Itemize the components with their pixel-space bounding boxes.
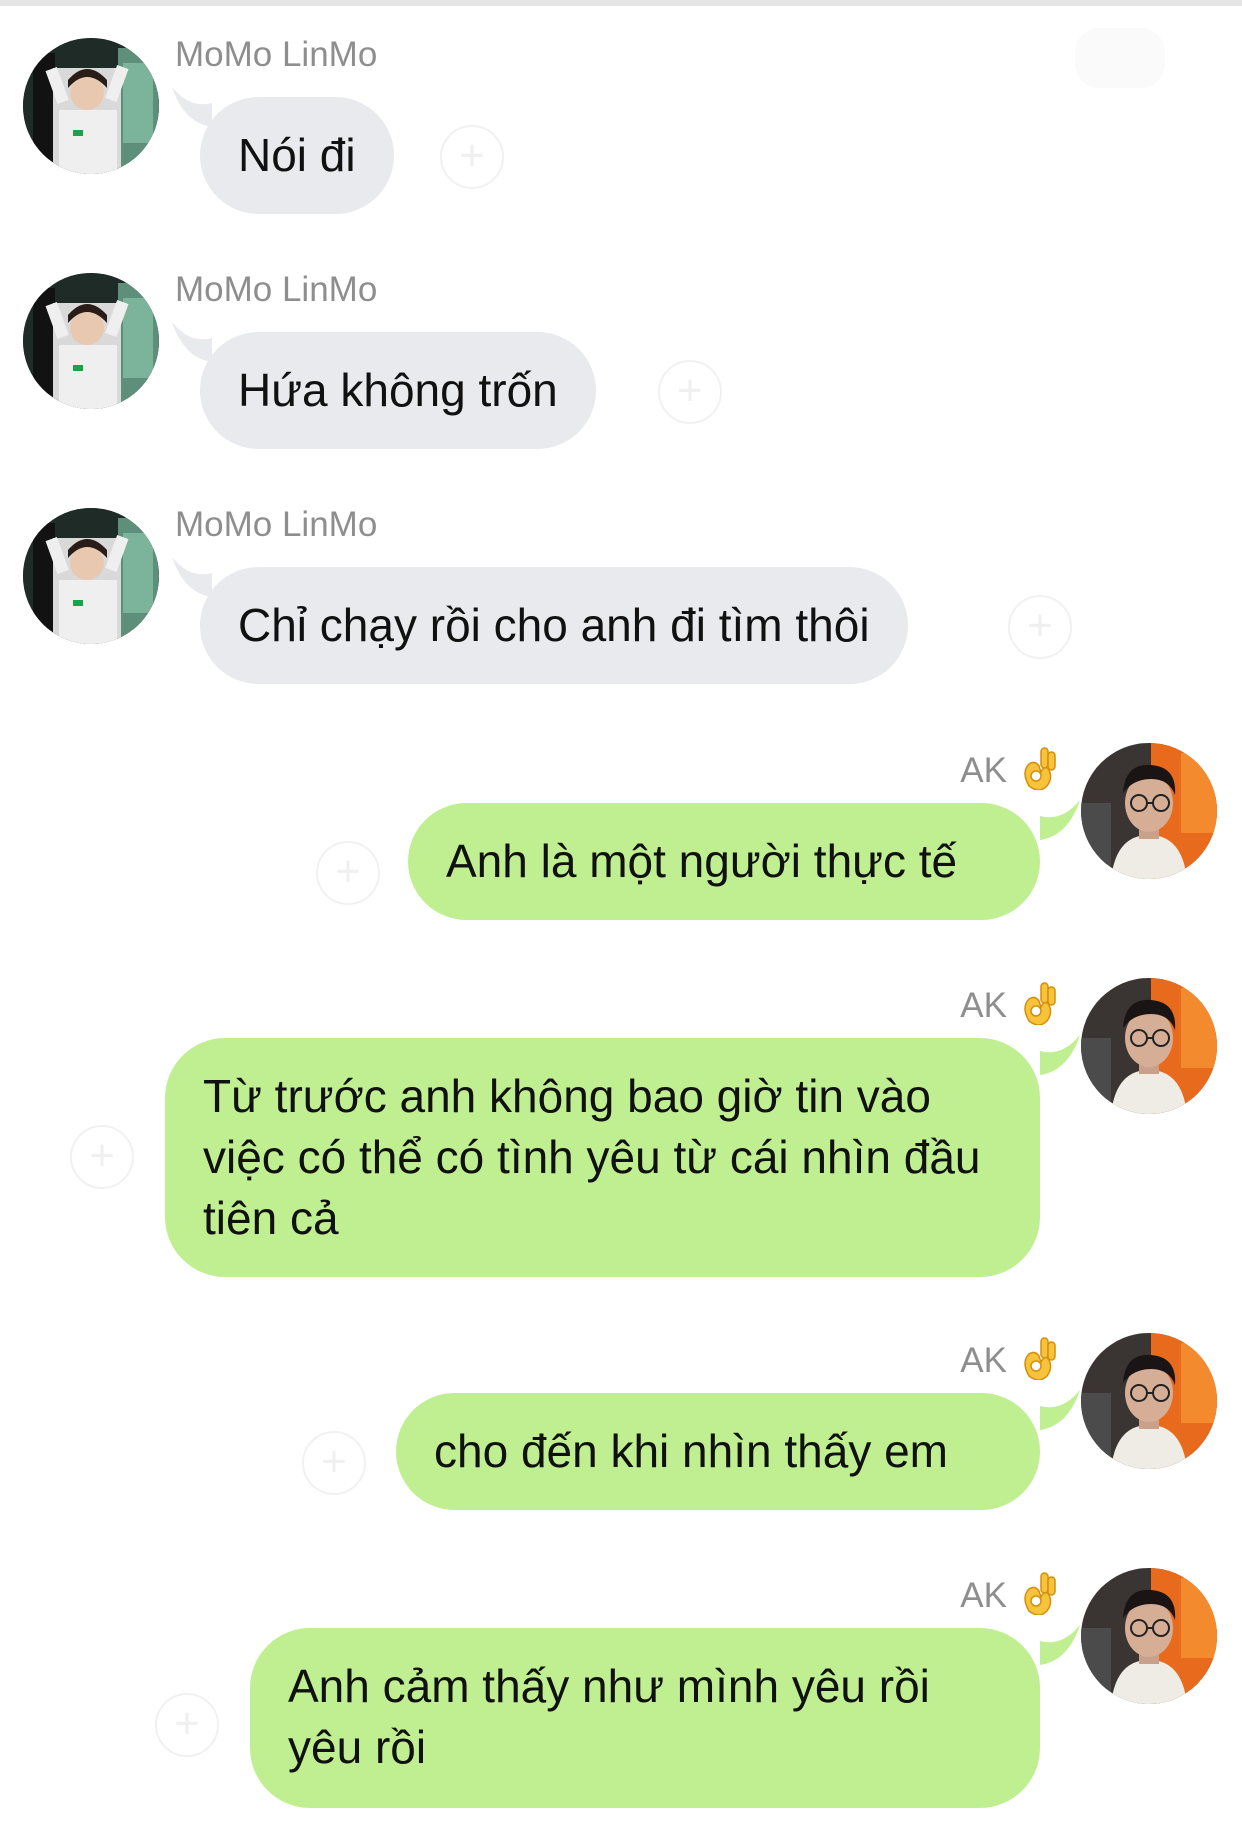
ok-hand-icon	[1024, 982, 1056, 1025]
avatar-ak[interactable]	[1081, 743, 1217, 879]
sender-name-row: AK	[960, 1571, 1057, 1616]
message-row: MoMo LinMo Nói đi +	[0, 35, 1242, 214]
sender-name: MoMo LinMo	[175, 35, 378, 74]
sender-name-row: AK	[960, 1336, 1057, 1381]
ok-hand-icon	[1024, 747, 1056, 790]
sender-name: MoMo LinMo	[175, 270, 378, 309]
message-row: AK Anh cảm thấy như mình yêu rồi yêu rồi…	[0, 1565, 1242, 1835]
message-row: MoMo LinMo Hứa không trốn +	[0, 270, 1242, 449]
bubble-tail	[1040, 1390, 1080, 1430]
message-bubble[interactable]: Chỉ chạy rồi cho anh đi tìm thôi	[200, 567, 908, 684]
top-divider	[0, 0, 1242, 6]
sender-name: AK	[960, 1576, 1007, 1615]
message-row: AK cho đến khi nhìn thấy em +	[0, 1330, 1242, 1520]
message-row: MoMo LinMo Chỉ chạy rồi cho anh đi tìm t…	[0, 505, 1242, 684]
message-bubble[interactable]: Từ trước anh không bao giờ tin vào việc …	[165, 1038, 1040, 1277]
message-bubble[interactable]: Anh cảm thấy như mình yêu rồi yêu rồi	[250, 1628, 1040, 1808]
avatar-ak[interactable]	[1081, 1568, 1217, 1704]
message-bubble[interactable]: cho đến khi nhìn thấy em	[396, 1393, 1040, 1510]
ok-hand-icon	[1024, 1572, 1056, 1615]
bubble-tail	[1040, 800, 1080, 840]
sender-name-row: AK	[960, 981, 1057, 1026]
message-bubble[interactable]: Hứa không trốn	[200, 332, 596, 449]
avatar-ak[interactable]	[1081, 978, 1217, 1114]
bubble-tail	[1040, 1035, 1080, 1075]
avatar-momo-linmo[interactable]	[23, 273, 159, 409]
avatar-ak[interactable]	[1081, 1333, 1217, 1469]
message-row: AK Từ trước anh không bao giờ tin vào vi…	[0, 975, 1242, 1295]
add-reaction-button[interactable]: +	[155, 1693, 219, 1757]
add-reaction-button[interactable]: +	[70, 1125, 134, 1189]
add-reaction-button[interactable]: +	[658, 360, 722, 424]
bubble-tail	[172, 557, 212, 597]
avatar-momo-linmo[interactable]	[23, 508, 159, 644]
sender-name: AK	[960, 751, 1007, 790]
bubble-tail	[172, 322, 212, 362]
sender-name: MoMo LinMo	[175, 505, 378, 544]
add-reaction-button[interactable]: +	[316, 841, 380, 905]
message-row: AK Anh là một người thực tế +	[0, 740, 1242, 930]
sender-name: AK	[960, 1341, 1007, 1380]
add-reaction-button[interactable]: +	[1008, 595, 1072, 659]
add-reaction-button[interactable]: +	[440, 125, 504, 189]
message-bubble[interactable]: Anh là một người thực tế	[408, 803, 1040, 920]
message-bubble[interactable]: Nói đi	[200, 97, 394, 214]
bubble-tail	[172, 87, 212, 127]
add-reaction-button[interactable]: +	[302, 1431, 366, 1495]
bubble-tail	[1040, 1625, 1080, 1665]
sender-name: AK	[960, 986, 1007, 1025]
ok-hand-icon	[1024, 1337, 1056, 1380]
avatar-momo-linmo[interactable]	[23, 38, 159, 174]
sender-name-row: AK	[960, 746, 1057, 791]
